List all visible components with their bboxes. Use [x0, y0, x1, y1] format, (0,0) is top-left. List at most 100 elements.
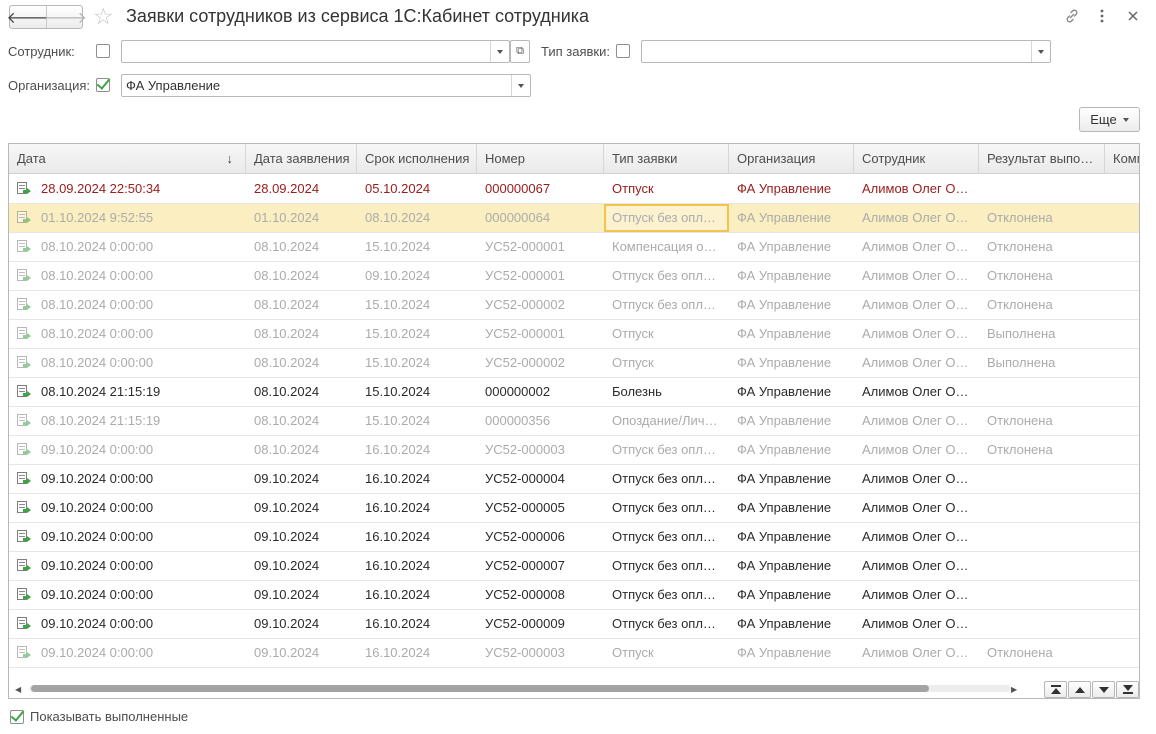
cell-number[interactable]: УС52-000001 [477, 262, 604, 290]
cell-request-type[interactable]: Отпуск без опл… [604, 291, 729, 319]
more-actions-button[interactable]: Еще [1079, 107, 1140, 132]
open-form-icon[interactable]: ⧉ [510, 40, 530, 63]
cell-employee[interactable]: Алимов Олег О… [854, 204, 979, 232]
cell-number[interactable]: 000000356 [477, 407, 604, 435]
cell-request-type[interactable]: Отпуск без опл… [604, 523, 729, 551]
cell-date[interactable]: 08.10.2024 21:15:19 [9, 378, 246, 406]
cell-deadline[interactable]: 15.10.2024 [357, 320, 477, 348]
column-header-result[interactable]: Результат выпо… [979, 144, 1105, 174]
cell-comment[interactable] [1105, 175, 1139, 203]
cell-result[interactable] [979, 523, 1105, 551]
table-row[interactable]: 28.09.2024 22:50:34 28.09.2024 05.10.2024 0… [9, 175, 1139, 204]
cell-application-date[interactable]: 08.10.2024 [246, 378, 357, 406]
column-header-application-date[interactable]: Дата заявления [246, 144, 357, 174]
cell-deadline[interactable]: 15.10.2024 [357, 233, 477, 261]
cell-application-date[interactable]: 08.10.2024 [246, 262, 357, 290]
cell-date[interactable]: 09.10.2024 0:00:00 [9, 552, 246, 580]
cell-application-date[interactable]: 09.10.2024 [246, 639, 357, 667]
cell-comment[interactable] [1105, 494, 1139, 522]
cell-employee[interactable]: Алимов Олег О… [854, 378, 979, 406]
cell-number[interactable]: УС52-000001 [477, 233, 604, 261]
table-row[interactable]: 08.10.2024 21:15:19 08.10.2024 15.10.2024 0… [9, 407, 1139, 436]
table-row[interactable]: 08.10.2024 0:00:00 08.10.2024 15.10.2024 УС… [9, 320, 1139, 349]
cell-result[interactable] [979, 552, 1105, 580]
cell-request-type[interactable]: Отпуск без опл… [604, 204, 729, 232]
cell-date[interactable]: 08.10.2024 21:15:19 [9, 407, 246, 435]
cell-number[interactable]: 000000067 [477, 175, 604, 203]
table-row[interactable]: 09.10.2024 0:00:00 09.10.2024 16.10.2024 УС… [9, 465, 1139, 494]
scroll-right-icon[interactable]: ▶ [1011, 685, 1017, 694]
cell-date[interactable]: 01.10.2024 9:52:55 [9, 204, 246, 232]
page-up-icon[interactable] [1068, 681, 1091, 698]
table-row[interactable]: 08.10.2024 0:00:00 08.10.2024 15.10.2024 УС… [9, 291, 1139, 320]
column-header-number[interactable]: Номер [477, 144, 604, 174]
cell-organization[interactable]: ФА Управление [729, 523, 854, 551]
column-header-request-type[interactable]: Тип заявки [604, 144, 729, 174]
cell-comment[interactable] [1105, 523, 1139, 551]
cell-organization[interactable]: ФА Управление [729, 639, 854, 667]
cell-comment[interactable] [1105, 291, 1139, 319]
cell-organization[interactable]: ФА Управление [729, 204, 854, 232]
dropdown-arrow-icon[interactable] [490, 41, 509, 62]
org-filter-field[interactable]: ФА Управление [121, 74, 531, 97]
link-icon[interactable] [1062, 6, 1082, 26]
cell-application-date[interactable]: 08.10.2024 [246, 436, 357, 464]
cell-result[interactable]: Отклонена [979, 407, 1105, 435]
cell-request-type[interactable]: Отпуск без опл… [604, 552, 729, 580]
cell-number[interactable]: УС52-000001 [477, 320, 604, 348]
cell-number[interactable]: УС52-000007 [477, 552, 604, 580]
cell-comment[interactable] [1105, 262, 1139, 290]
cell-request-type[interactable]: Отпуск без опл… [604, 610, 729, 638]
cell-request-type[interactable]: Опоздание/Лич… [604, 407, 729, 435]
cell-date[interactable]: 28.09.2024 22:50:34 [9, 175, 246, 203]
cell-employee[interactable]: Алимов Олег О… [854, 291, 979, 319]
cell-organization[interactable]: ФА Управление [729, 378, 854, 406]
cell-deadline[interactable]: 09.10.2024 [357, 262, 477, 290]
cell-employee[interactable]: Алимов Олег О… [854, 407, 979, 435]
cell-number[interactable]: УС52-000003 [477, 436, 604, 464]
table-row[interactable]: 09.10.2024 0:00:00 09.10.2024 16.10.2024 УС… [9, 552, 1139, 581]
cell-comment[interactable] [1105, 349, 1139, 377]
cell-number[interactable]: УС52-000006 [477, 523, 604, 551]
column-header-date[interactable]: Дата ↓ [9, 144, 246, 174]
show-completed-label[interactable]: Показывать выполненные [30, 709, 188, 724]
cell-comment[interactable] [1105, 378, 1139, 406]
cell-application-date[interactable]: 09.10.2024 [246, 581, 357, 609]
cell-application-date[interactable]: 28.09.2024 [246, 175, 357, 203]
cell-deadline[interactable]: 16.10.2024 [357, 610, 477, 638]
cell-deadline[interactable]: 08.10.2024 [357, 204, 477, 232]
cell-request-type[interactable]: Отпуск [604, 175, 729, 203]
cell-result[interactable]: Отклонена [979, 639, 1105, 667]
cell-request-type[interactable]: Отпуск без опл… [604, 581, 729, 609]
cell-employee[interactable]: Алимов Олег О… [854, 320, 979, 348]
cell-organization[interactable]: ФА Управление [729, 407, 854, 435]
column-header-deadline[interactable]: Срок исполнения [357, 144, 477, 174]
cell-number[interactable]: УС52-000004 [477, 465, 604, 493]
cell-number[interactable]: УС52-000005 [477, 494, 604, 522]
table-row[interactable]: 08.10.2024 0:00:00 08.10.2024 15.10.2024 УС… [9, 233, 1139, 262]
column-header-comment[interactable]: Комм [1105, 144, 1139, 174]
cell-deadline[interactable]: 16.10.2024 [357, 465, 477, 493]
cell-application-date[interactable]: 09.10.2024 [246, 610, 357, 638]
cell-organization[interactable]: ФА Управление [729, 610, 854, 638]
cell-comment[interactable] [1105, 610, 1139, 638]
cell-request-type[interactable]: Отпуск [604, 639, 729, 667]
cell-request-type[interactable]: Компенсация о… [604, 233, 729, 261]
cell-date[interactable]: 08.10.2024 0:00:00 [9, 349, 246, 377]
cell-request-type[interactable]: Отпуск без опл… [604, 465, 729, 493]
cell-number[interactable]: УС52-000003 [477, 639, 604, 667]
cell-employee[interactable]: Алимов Олег О… [854, 494, 979, 522]
cell-deadline[interactable]: 05.10.2024 [357, 175, 477, 203]
type-filter-field[interactable] [641, 40, 1051, 63]
cell-request-type[interactable]: Отпуск [604, 320, 729, 348]
cell-organization[interactable]: ФА Управление [729, 494, 854, 522]
cell-employee[interactable]: Алимов Олег О… [854, 552, 979, 580]
employee-filter-checkbox[interactable] [96, 44, 110, 58]
cell-application-date[interactable]: 08.10.2024 [246, 349, 357, 377]
cell-result[interactable] [979, 175, 1105, 203]
cell-employee[interactable]: Алимов Олег О… [854, 610, 979, 638]
cell-deadline[interactable]: 15.10.2024 [357, 349, 477, 377]
cell-application-date[interactable]: 08.10.2024 [246, 233, 357, 261]
cell-comment[interactable] [1105, 581, 1139, 609]
cell-employee[interactable]: Алимов Олег О… [854, 233, 979, 261]
